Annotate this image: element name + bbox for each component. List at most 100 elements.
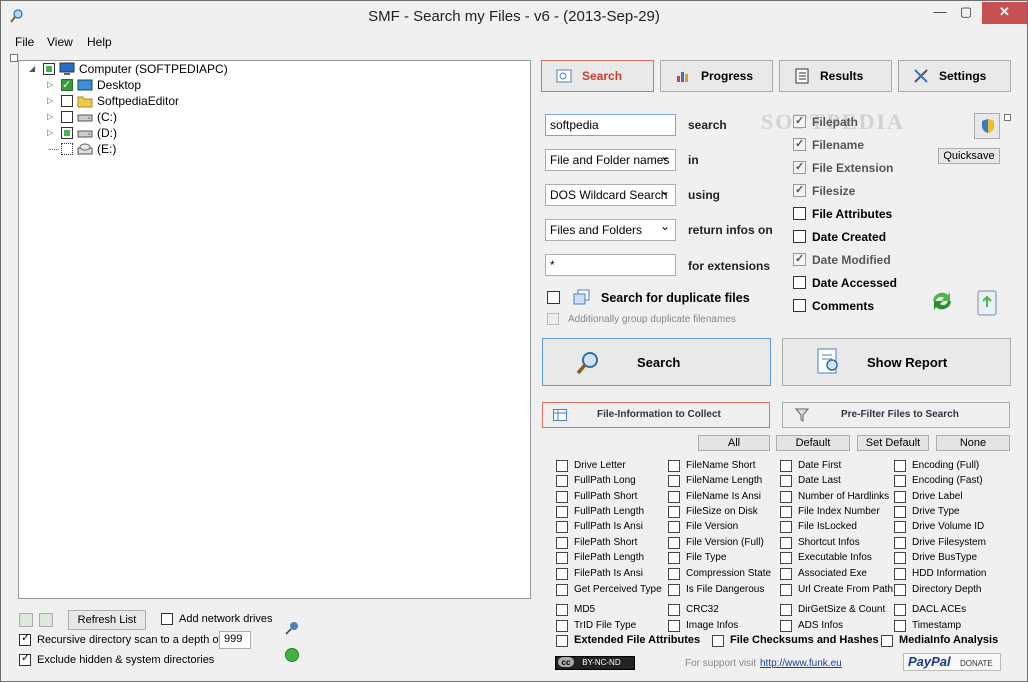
return-infos-select[interactable]: Files and Folders [545, 219, 676, 241]
file-info-checkbox-fullpath-length[interactable]: FullPath Length [556, 505, 644, 519]
close-button[interactable]: ✕ [982, 2, 1027, 24]
file-info-checkbox-drive-filesystem[interactable]: Drive Filesystem [894, 536, 986, 550]
checksums-hashes-checkbox[interactable]: File Checksums and Hashes [712, 634, 879, 648]
mediainfo-analysis-checkbox[interactable]: MediaInfo Analysis [881, 634, 998, 648]
file-info-checkbox-fullpath-is-ansi[interactable]: FullPath Is Ansi [556, 520, 643, 534]
checkbox-box[interactable] [894, 620, 906, 632]
checkbox-box[interactable] [780, 620, 792, 632]
add-network-drives-checkbox[interactable]: Add network drives [161, 613, 273, 627]
checkbox-box[interactable] [556, 552, 568, 564]
checkbox-box[interactable] [894, 568, 906, 580]
search-in-select[interactable]: File and Folder names [545, 149, 676, 171]
menu-help[interactable]: Help [87, 35, 112, 49]
maximize-button[interactable]: ▢ [953, 2, 979, 24]
file-info-checkbox-filename-short[interactable]: FileName Short [668, 459, 755, 473]
option-comments[interactable]: Comments [793, 298, 874, 314]
checkbox-box[interactable] [556, 521, 568, 533]
checkbox-box[interactable] [894, 552, 906, 564]
file-info-checkbox-is-file-dangerous[interactable]: Is File Dangerous [668, 583, 764, 597]
checkbox-box[interactable] [780, 552, 792, 564]
checkbox-box[interactable] [668, 568, 680, 580]
checkbox-box[interactable] [780, 506, 792, 518]
tab-search[interactable]: Search [541, 60, 654, 92]
tab-progress[interactable]: Progress [660, 60, 773, 92]
tab-results[interactable]: Results [779, 60, 892, 92]
file-info-checkbox-image-infos[interactable]: Image Infos [668, 619, 738, 633]
file-info-checkbox-trid-file-type[interactable]: TrID File Type [556, 619, 636, 633]
menu-view[interactable]: View [47, 35, 73, 49]
small-checkbox[interactable] [1004, 114, 1011, 121]
file-info-checkbox-file-islocked[interactable]: File IsLocked [780, 520, 857, 534]
file-info-checkbox-date-first[interactable]: Date First [780, 459, 841, 473]
file-info-checkbox-drive-label[interactable]: Drive Label [894, 490, 963, 504]
search-input[interactable]: softpedia [545, 114, 676, 136]
file-info-checkbox-hdd-information[interactable]: HDD Information [894, 567, 986, 581]
tree-checkbox[interactable] [61, 143, 73, 155]
checkbox-box[interactable] [556, 584, 568, 596]
expand-icon[interactable]: ▷ [47, 80, 56, 89]
checkbox-box[interactable] [894, 475, 906, 487]
checkbox-box[interactable] [668, 521, 680, 533]
checkbox-box[interactable] [668, 475, 680, 487]
select-all-button[interactable]: All [698, 435, 770, 451]
tab-file-information[interactable]: File-Information to Collect [542, 402, 770, 428]
checkbox-box[interactable] [894, 521, 906, 533]
file-info-checkbox-drive-volume-id[interactable]: Drive Volume ID [894, 520, 984, 534]
show-report-button[interactable]: Show Report [782, 338, 1011, 386]
refresh-list-button[interactable]: Refresh List [68, 610, 146, 630]
checkbox-box[interactable] [780, 460, 792, 472]
file-info-checkbox-drive-type[interactable]: Drive Type [894, 505, 960, 519]
refresh-arrows-icon[interactable] [928, 287, 956, 315]
tab-settings[interactable]: Settings [898, 60, 1011, 92]
checkbox-box[interactable] [894, 537, 906, 549]
checkbox-box[interactable] [894, 506, 906, 518]
checkbox-box[interactable] [668, 537, 680, 549]
checkbox-box[interactable] [556, 568, 568, 580]
file-info-checkbox-encoding-full[interactable]: Encoding (Full) [894, 459, 979, 473]
file-info-checkbox-crc32[interactable]: CRC32 [668, 603, 719, 617]
extensions-input[interactable]: * [545, 254, 676, 276]
tree-checkbox[interactable] [61, 95, 73, 107]
menu-file[interactable]: File [15, 35, 34, 49]
exclude-hidden-checkbox[interactable]: Exclude hidden & system directories [19, 652, 214, 668]
checkbox-box[interactable] [668, 491, 680, 503]
file-info-checkbox-number-of-hardlinks[interactable]: Number of Hardlinks [780, 490, 889, 504]
tree-checkbox[interactable] [61, 77, 73, 93]
checkbox-box[interactable] [668, 584, 680, 596]
file-info-checkbox-get-perceived-type[interactable]: Get Perceived Type [556, 583, 662, 597]
checkbox-box[interactable] [780, 475, 792, 487]
set-default-button[interactable]: Set Default [857, 435, 929, 451]
depth-input[interactable]: 999 [219, 631, 251, 649]
file-info-checkbox-shortcut-infos[interactable]: Shortcut Infos [780, 536, 860, 550]
duplicate-files-checkbox[interactable] [547, 291, 560, 304]
option-file-extension[interactable]: File Extension [793, 159, 893, 176]
file-info-checkbox-associated-exe[interactable]: Associated Exe [780, 567, 867, 581]
checkbox-box[interactable] [668, 552, 680, 564]
checkbox-box[interactable] [556, 475, 568, 487]
select-none-button[interactable]: None [936, 435, 1010, 451]
file-info-checkbox-filepath-is-ansi[interactable]: FilePath Is Ansi [556, 567, 643, 581]
checkbox-box[interactable] [556, 537, 568, 549]
tree-checkbox[interactable] [43, 63, 55, 75]
tree-checkbox[interactable] [61, 127, 73, 139]
checkbox-box[interactable] [894, 584, 906, 596]
file-info-checkbox-file-type[interactable]: File Type [668, 551, 726, 565]
search-method-select[interactable]: DOS Wildcard Search [545, 184, 676, 206]
file-info-checkbox-drive-letter[interactable]: Drive Letter [556, 459, 626, 473]
option-filename[interactable]: Filename [793, 136, 864, 153]
file-info-checkbox-drive-bustype[interactable]: Drive BusType [894, 551, 977, 565]
file-info-checkbox-md5[interactable]: MD5 [556, 603, 595, 617]
option-date-modified[interactable]: Date Modified [793, 251, 891, 268]
checkbox-box[interactable] [780, 584, 792, 596]
checkbox-box[interactable] [556, 506, 568, 518]
checkbox-box[interactable] [556, 460, 568, 472]
checkbox-box[interactable] [556, 491, 568, 503]
file-info-checkbox-dacl-aces[interactable]: DACL ACEs [894, 603, 966, 617]
expand-icon[interactable]: ▷ [47, 128, 56, 137]
paypal-donate-button[interactable]: PayPal DONATE [903, 653, 1001, 671]
expand-icon[interactable]: ▷ [47, 112, 56, 121]
checkbox-box[interactable] [780, 521, 792, 533]
file-info-checkbox-filepath-length[interactable]: FilePath Length [556, 551, 644, 565]
quicksave-button[interactable]: Quicksave [938, 148, 1000, 164]
recycle-bin-icon[interactable] [973, 285, 1001, 317]
